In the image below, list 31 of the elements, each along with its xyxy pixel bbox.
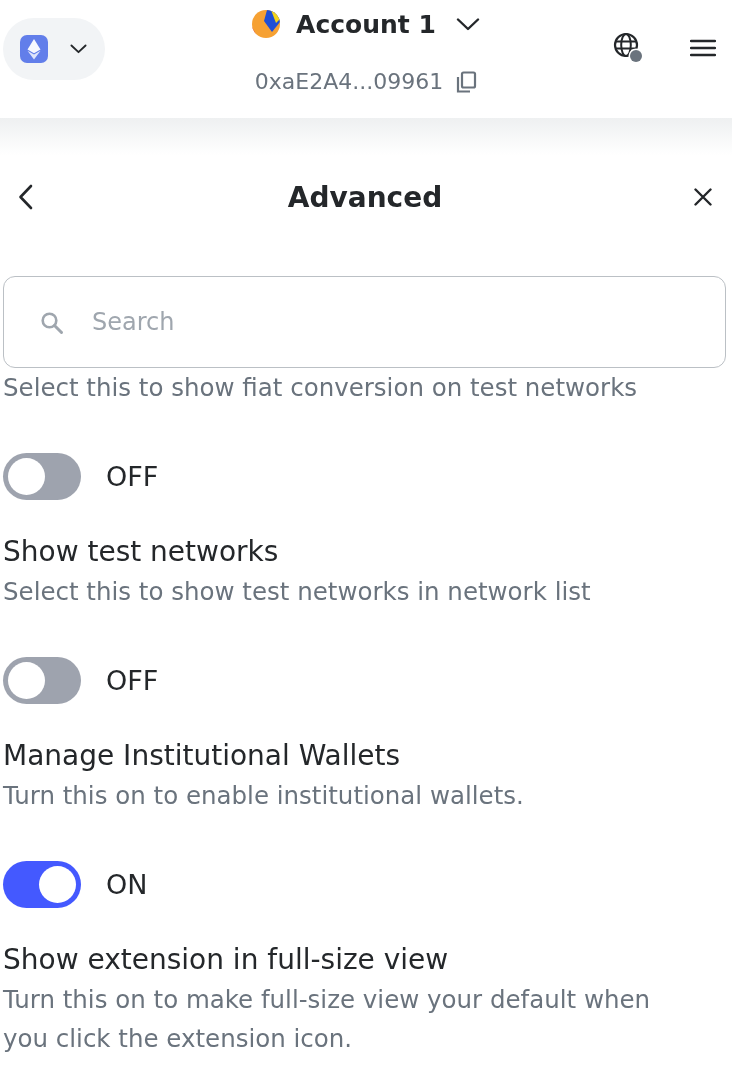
menu-icon [690, 39, 716, 57]
copy-icon [455, 71, 478, 93]
back-icon [18, 184, 33, 210]
setting-description: Turn this on to make full-size view your default when you click the extension icon. [3, 984, 652, 1055]
toggle-state-label: OFF [106, 665, 159, 696]
setting-title: Show test networks [3, 534, 280, 570]
caret-icon [70, 44, 87, 54]
search-field[interactable]: Search [3, 276, 726, 368]
connected-sites-button[interactable] [613, 32, 644, 64]
back-button[interactable] [18, 184, 33, 210]
toggle-switch[interactable] [3, 453, 81, 500]
caret-icon [455, 17, 480, 31]
toggle-state-label: OFF [106, 461, 159, 492]
setting-description: Select this to show fiat conversion on test networks [3, 372, 639, 404]
close-icon [694, 188, 712, 206]
close-button[interactable] [694, 188, 712, 206]
toggle-switch[interactable] [3, 861, 81, 908]
ethereum-icon [20, 35, 48, 63]
account-menu-button[interactable]: Account 1 [252, 8, 480, 40]
setting-description: Select this to show test networks in network list [3, 576, 592, 608]
search-icon [40, 311, 64, 335]
toggle-switch[interactable] [3, 657, 81, 704]
toggle-state-label: ON [106, 869, 148, 900]
copy-address-button[interactable]: 0xaE2A4...09961 [254, 68, 478, 96]
page-title: Advanced [287, 180, 443, 214]
menu-button[interactable] [690, 39, 716, 57]
setting-title: Show extension in full-size view [3, 942, 450, 978]
globe-icon [613, 32, 644, 64]
setting-description: Turn this on to enable institutional wallets. [3, 780, 525, 812]
setting-title: Manage Institutional Wallets [3, 738, 402, 774]
avatar-icon [252, 10, 281, 38]
